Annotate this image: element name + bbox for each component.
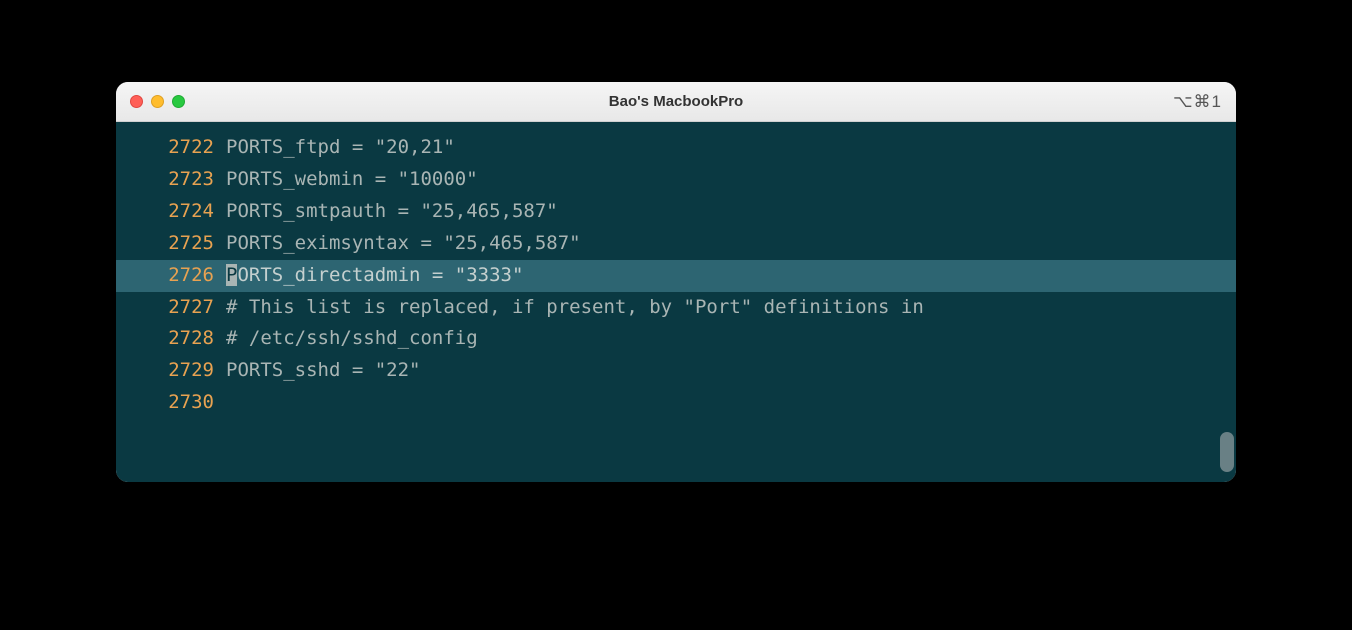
line-text: PORTS_sshd = "22" (226, 355, 420, 387)
line-text: PORTS_directadmin = "3333" (226, 260, 523, 292)
terminal-viewport[interactable]: 2722PORTS_ftpd = "20,21"2723PORTS_webmin… (116, 122, 1236, 482)
line-text: PORTS_eximsyntax = "25,465,587" (226, 228, 581, 260)
terminal-window: Bao's MacbookPro ⌥⌘1 2722PORTS_ftpd = "2… (116, 82, 1236, 482)
line-text: # /etc/ssh/sshd_config (226, 323, 478, 355)
line-text: # This list is replaced, if present, by … (226, 292, 924, 324)
editor-line[interactable]: 2722PORTS_ftpd = "20,21" (116, 132, 1236, 164)
line-text: PORTS_ftpd = "20,21" (226, 132, 455, 164)
editor-line[interactable]: 2725PORTS_eximsyntax = "25,465,587" (116, 228, 1236, 260)
line-number: 2722 (156, 132, 226, 164)
editor-line[interactable]: 2723PORTS_webmin = "10000" (116, 164, 1236, 196)
editor-line[interactable]: 2726PORTS_directadmin = "3333" (116, 260, 1236, 292)
line-number: 2726 (156, 260, 226, 292)
traffic-lights (130, 95, 185, 108)
line-number: 2727 (156, 292, 226, 324)
scrollbar-thumb[interactable] (1220, 432, 1234, 472)
editor-line[interactable]: 2729PORTS_sshd = "22" (116, 355, 1236, 387)
line-number: 2725 (156, 228, 226, 260)
close-button[interactable] (130, 95, 143, 108)
scrollbar-track[interactable] (1218, 124, 1234, 480)
window-shortcut: ⌥⌘1 (1173, 92, 1222, 112)
window-titlebar[interactable]: Bao's MacbookPro ⌥⌘1 (116, 82, 1236, 122)
editor-line[interactable]: 2728# /etc/ssh/sshd_config (116, 323, 1236, 355)
maximize-button[interactable] (172, 95, 185, 108)
line-number: 2729 (156, 355, 226, 387)
line-number: 2728 (156, 323, 226, 355)
line-number: 2730 (156, 387, 226, 419)
line-number: 2724 (156, 196, 226, 228)
window-title: Bao's MacbookPro (609, 93, 743, 110)
editor-line[interactable]: 2730 (116, 387, 1236, 419)
line-text: PORTS_smtpauth = "25,465,587" (226, 196, 558, 228)
cursor: P (226, 264, 237, 286)
line-number: 2723 (156, 164, 226, 196)
line-text: PORTS_webmin = "10000" (226, 164, 478, 196)
editor-line[interactable]: 2727# This list is replaced, if present,… (116, 292, 1236, 324)
terminal-content[interactable]: 2722PORTS_ftpd = "20,21"2723PORTS_webmin… (116, 122, 1236, 419)
minimize-button[interactable] (151, 95, 164, 108)
editor-line[interactable]: 2724PORTS_smtpauth = "25,465,587" (116, 196, 1236, 228)
